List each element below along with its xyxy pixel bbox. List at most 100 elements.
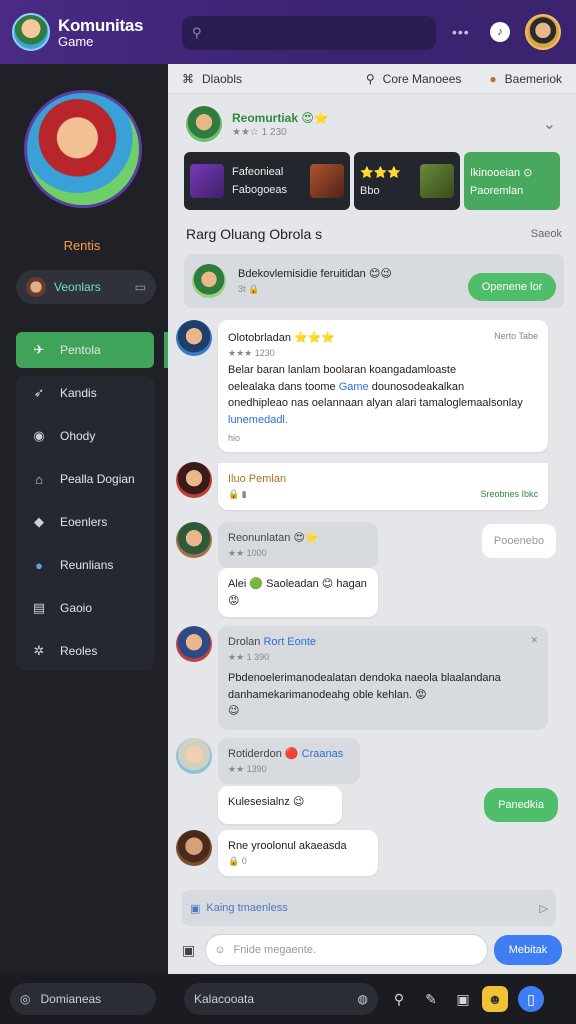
hero-name: Rentis	[63, 238, 101, 253]
message-meta: ★★ 1000	[228, 547, 267, 558]
settings-icon: ✲	[33, 643, 45, 658]
search-icon: ⚲	[192, 25, 202, 40]
tile-title: ⭐⭐⭐	[360, 166, 402, 179]
notice-text: Bdekovlemisidie feruitidan 😊😉	[238, 268, 392, 280]
message-line: danhamekarimanodeahg oble kehlan. 😡	[228, 688, 427, 701]
composer-hint[interactable]: ▣ Kaing tmaenless ▷	[182, 890, 556, 926]
message-meta: ★★ 1 390	[228, 651, 270, 662]
group-meta: ★★☆ 1 230	[232, 126, 287, 138]
message-line: Belar baran lanlam boolaran koangadamloa…	[228, 364, 457, 376]
search-input[interactable]: ⚲	[182, 16, 436, 50]
tab-core-manoees[interactable]: ⚲ Core Manoees	[352, 72, 476, 86]
message-card[interactable]: Iluo Pemlan 🔒 ▮ Sreobnes Ibkc	[218, 462, 548, 510]
sidebar-item-gaoio[interactable]: ▤ Gaoio	[16, 590, 154, 626]
game-tile[interactable]: ⭐⭐⭐ Bbo	[354, 152, 460, 210]
close-icon[interactable]: ✕	[530, 634, 538, 651]
chat-message: Kulesesialnz 😉	[218, 786, 342, 824]
tile-title: Ikinooeian ⊙	[470, 166, 533, 179]
sidebar-item-pealla-dogian[interactable]: ⌂ Pealla Dogian	[16, 461, 154, 497]
message-line: oelealaka dans toome Game dounosodeakalk…	[228, 380, 465, 393]
sidebar-item-pentola[interactable]: ✈ Pentola	[16, 332, 154, 368]
bottom-search-pill[interactable]: Kalacooata ◍	[184, 983, 378, 1015]
avatar-icon: ●	[489, 71, 497, 86]
group-header[interactable]: Reomurtiak 😍⭐ ★★☆ 1 230 ⌄	[186, 104, 560, 144]
message-input[interactable]: ☺ Fnide megaente.	[205, 934, 488, 966]
message-bubble[interactable]: Rotiderdon 🔴 Craanas ★★ 1390	[218, 738, 360, 784]
game-tiles: Fafeonieal Fabogoeas ⭐⭐⭐ Bbo Ikinooeian …	[184, 152, 562, 210]
send-button[interactable]: Mebitak	[494, 935, 562, 965]
input-placeholder: Fnide megaente.	[233, 944, 317, 956]
attach-icon[interactable]: ▣	[182, 942, 195, 959]
notification-icon[interactable]: ♪	[490, 22, 510, 42]
compass-icon: ◎	[20, 992, 31, 1006]
message-time: Nerto Tabe	[494, 331, 538, 341]
tile-title: Fafeonieal	[232, 166, 284, 178]
message-link[interactable]: Game	[339, 381, 369, 393]
chat-message: Iluo Pemlan 🔒 ▮ Sreobnes Ibkc	[176, 462, 548, 510]
game-tile[interactable]: Fafeonieal Fabogoeas	[184, 152, 350, 210]
sidebar-item-label: Reunlians	[60, 558, 114, 572]
app-logo	[12, 13, 50, 51]
see-more-link[interactable]: Saeok	[531, 228, 562, 242]
bottom-left-pill[interactable]: ◎ Domianeas	[10, 983, 156, 1015]
chat-icon: ▭	[134, 280, 146, 294]
game-thumbnail	[310, 164, 344, 198]
message-line: 😉	[228, 705, 240, 717]
composer-hint-text: Kaing tmaenless	[206, 902, 288, 914]
tile-subtitle: Bbo	[360, 184, 380, 197]
message-bubble[interactable]: Rne yroolonul akaeasda 🔒 0	[218, 830, 378, 876]
chat-message: Rne yroolonul akaeasda 🔒 0	[176, 830, 378, 876]
tab-dlaobls[interactable]: ⌘ Dlaobls	[168, 72, 256, 86]
message-composer: ▣ ☺ Fnide megaente. Mebitak	[182, 932, 562, 968]
tab-baemeriok[interactable]: ● Baemeriok	[475, 72, 576, 86]
sidebar-item-eoenlers[interactable]: ◆ Eoenlers	[16, 504, 154, 540]
message-meta: ★★★ 1230	[228, 347, 275, 358]
game-tile[interactable]: Ikinooeian ⊙ Paoremlan	[464, 152, 560, 210]
app-title: Komunitas	[58, 15, 144, 35]
phone-icon[interactable]: ▯	[518, 986, 544, 1012]
mic-icon[interactable]: ◍	[358, 992, 368, 1006]
chevron-down-icon[interactable]: ⌄	[543, 114, 556, 134]
open-button[interactable]: Openene lor	[468, 273, 556, 301]
more-icon[interactable]: •••	[452, 24, 470, 40]
message-author: Olotobrladan ⭐⭐⭐	[228, 332, 336, 344]
sidebar-item-ohody[interactable]: ◉ Ohody	[16, 418, 154, 454]
search-icon[interactable]: ⚲	[386, 986, 412, 1012]
message-card[interactable]: Olotobrladan ⭐⭐⭐ Nerto Tabe ★★★ 1230 Bel…	[218, 320, 548, 452]
user-avatar[interactable]	[525, 14, 561, 50]
arrow-icon: ➶	[33, 385, 45, 400]
message-bubble[interactable]: Alei 🟢 Saoleadan 😊 hagan 😡	[218, 568, 378, 617]
sidebar-item-reoles[interactable]: ✲ Reoles	[16, 633, 154, 669]
message-link[interactable]: lunemedadl.	[228, 412, 538, 429]
tab-label: Core Manoees	[382, 71, 462, 86]
profile-pill[interactable]: Veonlars ▭	[16, 270, 156, 304]
bottom-bar: ◎ Domianeas Kalacooata ◍ ⚲ ✎ ▣ ☻ ▯	[0, 974, 576, 1024]
sidebar-item-label: Pealla Dogian	[60, 472, 135, 486]
bottom-pill-label: Kalacooata	[194, 992, 255, 1006]
message-footer: hio	[228, 433, 241, 443]
send-arrow-icon[interactable]: ▷	[540, 902, 548, 915]
tag-icon: ◆	[34, 514, 44, 529]
reply-button[interactable]: Pooenebo	[482, 524, 556, 558]
tile-subtitle: Fabogoeas	[232, 184, 288, 196]
emoji-icon[interactable]: ☺	[214, 944, 225, 956]
image-icon[interactable]: ▣	[450, 986, 476, 1012]
message-bubble[interactable]: Kulesesialnz 😉	[218, 786, 342, 824]
message-text: Rne yroolonul akaeasda	[228, 840, 347, 852]
group-avatar	[186, 106, 222, 142]
notice-avatar	[192, 264, 226, 298]
sidebar-item-kandis[interactable]: ➶ Kandis	[16, 375, 154, 411]
sidebar-item-reunlians[interactable]: ● Reunlians	[16, 547, 154, 583]
message-bubble[interactable]: Reonunlatan 😍⭐ ★★ 1000	[218, 522, 378, 568]
target-icon: ◉	[33, 428, 45, 443]
chat-message: Drolan Rort Eonte ✕ ★★ 1 390 Pbdenoeleri…	[176, 626, 548, 730]
message-author: Drolan Rort Eonte	[228, 636, 317, 648]
chat-icon[interactable]: ☻	[482, 986, 508, 1012]
message-card[interactable]: Drolan Rort Eonte ✕ ★★ 1 390 Pbdenoeleri…	[218, 626, 548, 730]
reply-button[interactable]: Panedkia	[484, 788, 558, 822]
pin-icon[interactable]: ✎	[418, 986, 444, 1012]
chat-message: Olotobrladan ⭐⭐⭐ Nerto Tabe ★★★ 1230 Bel…	[176, 320, 548, 452]
sidebar-item-label: Pentola	[60, 343, 101, 357]
sidebar: Rentis Veonlars ▭ ✈ Pentola ➶ Kandis ◉ O…	[0, 64, 168, 974]
sidebar-nav: ✈ Pentola ➶ Kandis ◉ Ohody ⌂ Pealla Dogi…	[16, 332, 154, 676]
